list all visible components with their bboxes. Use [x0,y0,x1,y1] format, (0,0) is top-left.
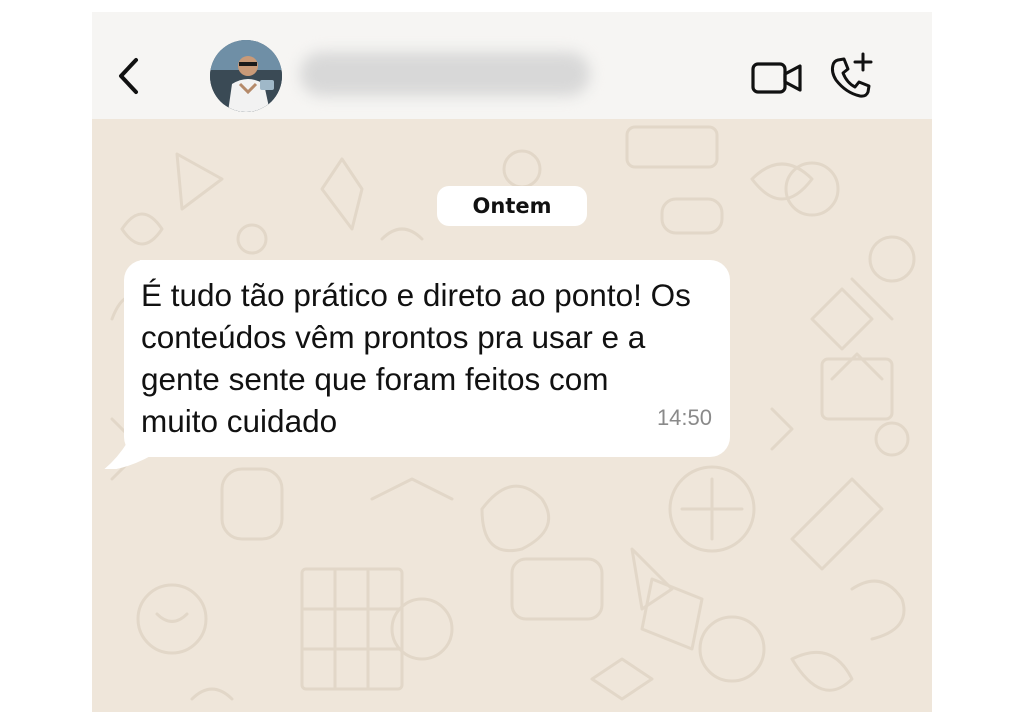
message-bubble[interactable]: É tudo tão prático e direto ao ponto! Os… [124,260,730,457]
contact-name[interactable] [300,52,590,96]
avatar[interactable] [210,40,282,112]
message-timestamp: 14:50 [656,405,712,430]
message-area[interactable]: Ontem É tudo tão prático e direto ao pon… [92,119,932,712]
video-camera-icon[interactable] [750,58,804,98]
chevron-left-icon[interactable] [116,56,142,96]
message-text: É tudo tão prático e direto ao ponto! Os… [141,277,691,439]
phone-plus-icon[interactable] [826,52,876,102]
chat-header [92,12,932,119]
chat-screen: Ontem É tudo tão prático e direto ao pon… [92,12,932,712]
avatar-photo [210,40,282,112]
date-separator: Ontem [437,186,587,226]
